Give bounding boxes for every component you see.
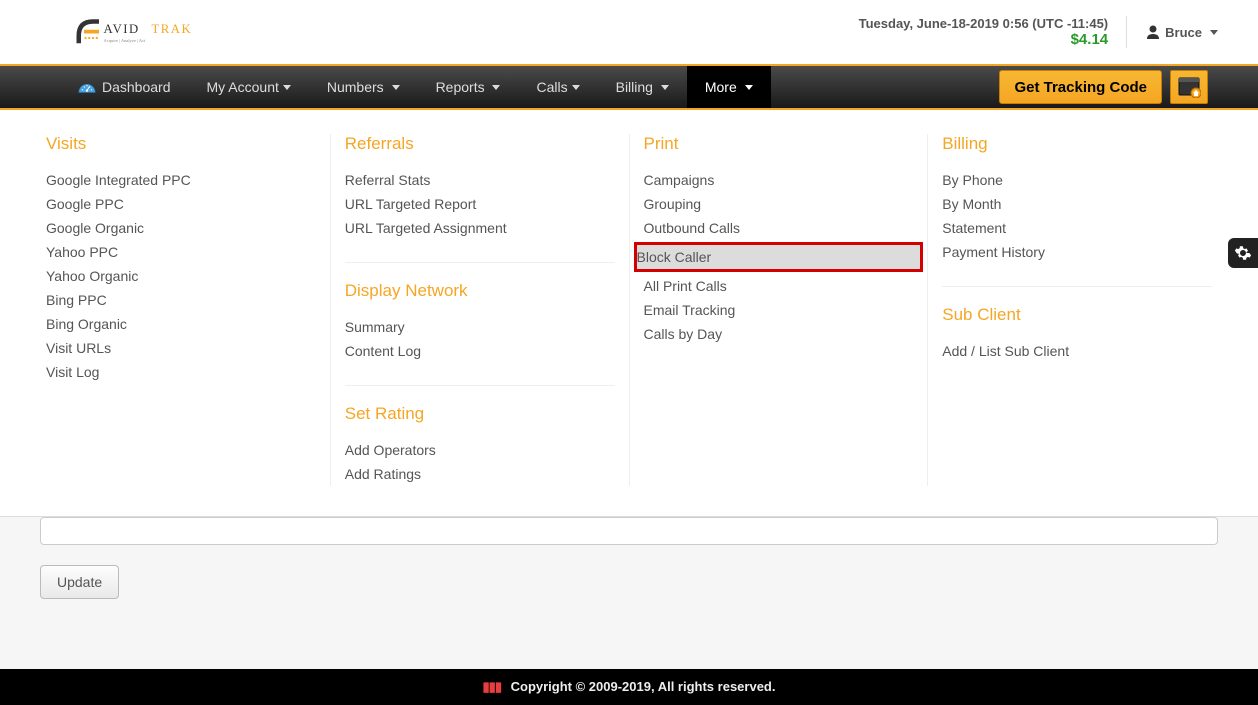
top-bar: AVID TRAK Acquire | Analyze | Act Tuesda… xyxy=(0,0,1258,64)
get-tracking-code-button[interactable]: Get Tracking Code xyxy=(999,70,1162,104)
section-title-display-network: Display Network xyxy=(345,262,615,301)
section-title-sub-client: Sub Client xyxy=(942,286,1212,325)
home-button[interactable] xyxy=(1170,70,1208,104)
nav-reports-label: Reports xyxy=(436,79,485,95)
link-yahoo-organic[interactable]: Yahoo Organic xyxy=(46,264,316,288)
datetime-text: Tuesday, June-18-2019 0:56 (UTC -11:45) xyxy=(859,16,1109,31)
nav-right: Get Tracking Code xyxy=(999,66,1258,108)
link-outbound-calls[interactable]: Outbound Calls xyxy=(644,216,914,240)
nav-billing-label: Billing xyxy=(616,79,653,95)
nav-more-label: More xyxy=(705,79,737,95)
section-title-billing: Billing xyxy=(942,134,1212,154)
mega-col-visits: Visits Google Integrated PPC Google PPC … xyxy=(32,134,331,486)
nav-calls[interactable]: Calls xyxy=(518,66,597,108)
nav-my-account-label: My Account xyxy=(207,79,279,95)
link-url-targeted-assignment[interactable]: URL Targeted Assignment xyxy=(345,216,615,240)
settings-tab[interactable] xyxy=(1228,238,1258,268)
nav-dashboard[interactable]: Dashboard xyxy=(60,66,189,108)
link-payment-history[interactable]: Payment History xyxy=(942,240,1212,264)
top-right: Tuesday, June-18-2019 0:56 (UTC -11:45) … xyxy=(859,16,1218,48)
chevron-down-icon xyxy=(492,85,500,90)
chevron-down-icon xyxy=(392,85,400,90)
link-bing-organic[interactable]: Bing Organic xyxy=(46,312,316,336)
mega-col-print: Print Campaigns Grouping Outbound Calls … xyxy=(630,134,929,486)
footer: ▮▮▮ Copyright © 2009-2019, All rights re… xyxy=(0,669,1258,705)
date-balance: Tuesday, June-18-2019 0:56 (UTC -11:45) … xyxy=(859,16,1128,48)
text-input[interactable] xyxy=(40,517,1218,545)
link-url-targeted-report[interactable]: URL Targeted Report xyxy=(345,192,615,216)
user-name: Bruce xyxy=(1165,25,1202,40)
link-visit-log[interactable]: Visit Log xyxy=(46,360,316,384)
page-content: Update xyxy=(0,517,1258,619)
nav-dashboard-label: Dashboard xyxy=(102,79,171,95)
chevron-down-icon xyxy=(1210,30,1218,35)
nav-calls-label: Calls xyxy=(536,79,567,95)
balance-text: $4.14 xyxy=(859,31,1109,48)
section-title-set-rating: Set Rating xyxy=(345,385,615,424)
chevron-down-icon xyxy=(572,85,580,90)
chevron-down-icon xyxy=(745,85,753,90)
section-title-visits: Visits xyxy=(46,134,316,154)
link-summary[interactable]: Summary xyxy=(345,315,615,339)
link-referral-stats[interactable]: Referral Stats xyxy=(345,168,615,192)
link-google-ppc[interactable]: Google PPC xyxy=(46,192,316,216)
link-all-print-calls[interactable]: All Print Calls xyxy=(644,274,914,298)
link-bing-ppc[interactable]: Bing PPC xyxy=(46,288,316,312)
logo[interactable]: AVID TRAK Acquire | Analyze | Act xyxy=(72,11,222,53)
section-title-referrals: Referrals xyxy=(345,134,615,154)
mega-col-billing: Billing By Phone By Month Statement Paym… xyxy=(928,134,1226,486)
link-yahoo-ppc[interactable]: Yahoo PPC xyxy=(46,240,316,264)
link-by-month[interactable]: By Month xyxy=(942,192,1212,216)
link-google-integrated-ppc[interactable]: Google Integrated PPC xyxy=(46,168,316,192)
nav-my-account[interactable]: My Account xyxy=(189,66,309,108)
svg-text:AVID: AVID xyxy=(104,22,140,36)
link-grouping[interactable]: Grouping xyxy=(644,192,914,216)
link-google-organic[interactable]: Google Organic xyxy=(46,216,316,240)
link-add-operators[interactable]: Add Operators xyxy=(345,438,615,462)
dashboard-icon xyxy=(78,80,96,94)
link-add-list-sub-client[interactable]: Add / List Sub Client xyxy=(942,339,1212,363)
footer-bars-icon: ▮▮▮ xyxy=(483,679,501,694)
link-email-tracking[interactable]: Email Tracking xyxy=(644,298,914,322)
user-icon xyxy=(1145,24,1161,40)
nav-numbers-label: Numbers xyxy=(327,79,384,95)
user-menu[interactable]: Bruce xyxy=(1145,24,1218,40)
mega-col-referrals: Referrals Referral Stats URL Targeted Re… xyxy=(331,134,630,486)
nav-reports[interactable]: Reports xyxy=(418,66,519,108)
link-campaigns[interactable]: Campaigns xyxy=(644,168,914,192)
nav-more[interactable]: More xyxy=(687,66,771,108)
section-title-print: Print xyxy=(644,134,914,154)
more-mega-menu: Visits Google Integrated PPC Google PPC … xyxy=(0,110,1258,517)
link-visit-urls[interactable]: Visit URLs xyxy=(46,336,316,360)
home-icon xyxy=(1177,76,1201,98)
chevron-down-icon xyxy=(661,85,669,90)
avidtrak-logo-icon: AVID TRAK Acquire | Analyze | Act xyxy=(72,11,222,53)
svg-text:TRAK: TRAK xyxy=(152,22,193,36)
link-content-log[interactable]: Content Log xyxy=(345,339,615,363)
gear-icon xyxy=(1234,244,1252,262)
nav-billing[interactable]: Billing xyxy=(598,66,687,108)
copyright-text: Copyright © 2009-2019, All rights reserv… xyxy=(511,679,776,694)
link-by-phone[interactable]: By Phone xyxy=(942,168,1212,192)
main-nav: Dashboard My Account Numbers Reports Cal… xyxy=(0,64,1258,110)
link-block-caller[interactable]: Block Caller xyxy=(634,242,924,272)
link-add-ratings[interactable]: Add Ratings xyxy=(345,462,615,486)
update-button[interactable]: Update xyxy=(40,565,119,599)
nav-numbers[interactable]: Numbers xyxy=(309,66,418,108)
svg-text:Acquire | Analyze | Act: Acquire | Analyze | Act xyxy=(104,38,147,43)
chevron-down-icon xyxy=(283,85,291,90)
link-statement[interactable]: Statement xyxy=(942,216,1212,240)
link-calls-by-day[interactable]: Calls by Day xyxy=(644,322,914,346)
